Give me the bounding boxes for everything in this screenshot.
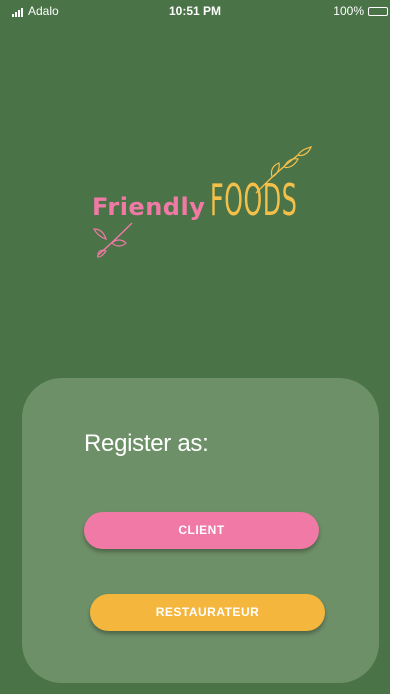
logo-word-foods: FOODS [210,175,298,226]
battery-percent: 100% [333,4,364,18]
client-button[interactable]: CLIENT [84,512,319,549]
status-right: 100% [333,4,388,18]
register-title: Register as: [84,430,209,457]
friendly-foods-logo: Friendly FOODS [86,145,316,258]
register-card: Register as: CLIENT RESTAURATEUR [22,378,379,683]
logo-word-friendly: Friendly [92,193,206,221]
app-screen: Adalo 10:51 PM 100% Friendly FOODS Regis… [0,0,390,694]
battery-icon [368,6,388,16]
status-time: 10:51 PM [168,4,222,18]
leaf-sprig-bottom-icon [93,222,133,258]
status-bar: Adalo 10:51 PM 100% [0,0,390,24]
restaurateur-button[interactable]: RESTAURATEUR [90,594,325,631]
